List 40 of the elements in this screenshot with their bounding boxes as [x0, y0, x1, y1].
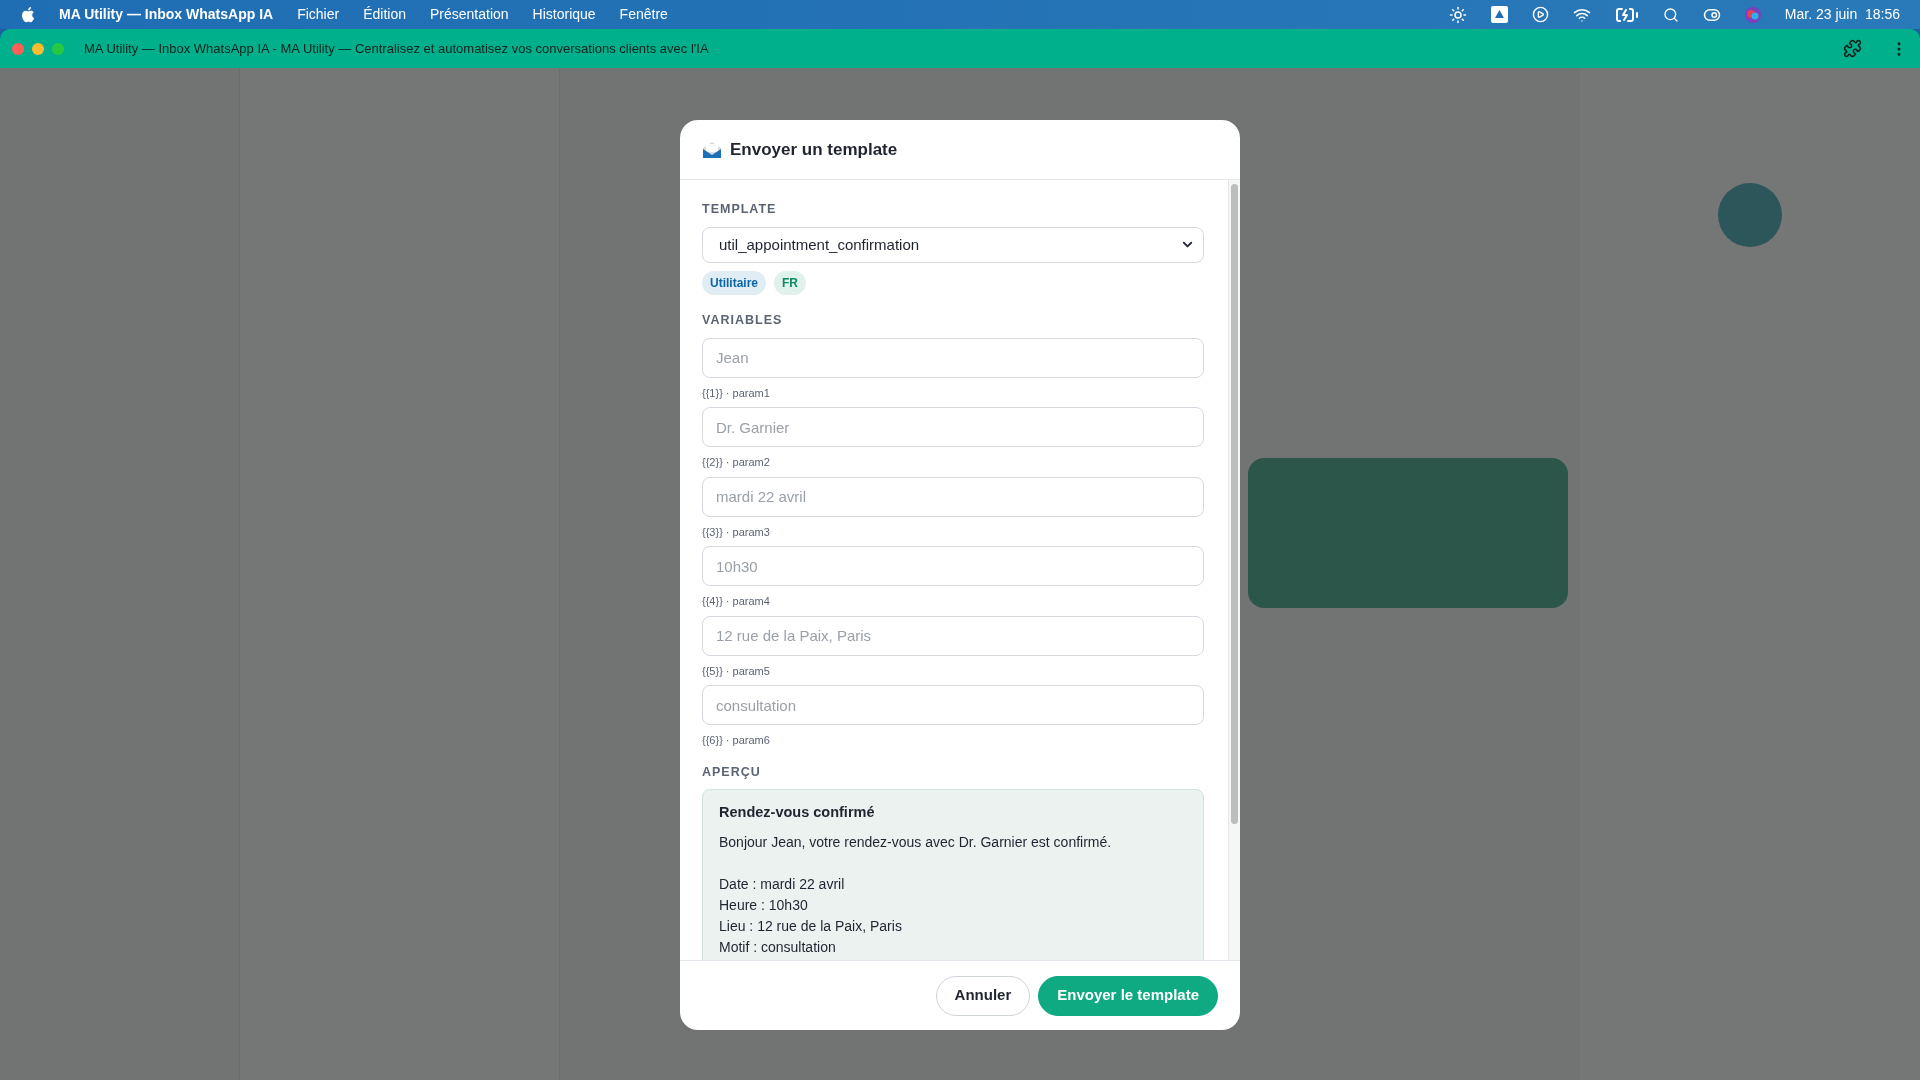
variable-hint: {{6}} · param6 — [702, 733, 771, 748]
preview-message: Bonjour Jean, votre rendez-vous avec Dr. Garnier est confirmé. Date : mardi 22 avril Heure : 10h30 Lieu : 12 rue de la Paix, Paris Motif : consultation — [719, 833, 1113, 957]
section-label: VARIABLES — [702, 311, 784, 329]
search-icon[interactable] — [1662, 6, 1679, 23]
menu-bar-clock[interactable]: Mar. 23 juin 18:56 — [1784, 4, 1900, 25]
variable-input[interactable]: 10h30 — [702, 546, 1204, 586]
drive-icon[interactable] — [1490, 6, 1508, 23]
variable-hint: {{2}} · param2 — [702, 455, 771, 470]
section-label: APERÇU — [702, 763, 762, 781]
envelope-icon — [702, 140, 722, 159]
variable-input[interactable]: Jean — [702, 337, 1204, 378]
section-label: TEMPLATE — [702, 201, 778, 218]
menu-item[interactable]: Fenêtre — [619, 4, 668, 25]
variable-hint: {{4}} · param4 — [702, 594, 771, 609]
apple-icon[interactable] — [20, 6, 35, 23]
send-template-button[interactable]: Envoyer le template — [1038, 975, 1218, 1016]
scrollbar[interactable] — [1228, 180, 1240, 960]
variable-hint: {{1}} · param1 — [702, 385, 771, 401]
dialog-title: Envoyer un template — [730, 138, 898, 161]
menu-item[interactable]: Édition — [363, 4, 406, 25]
template-select[interactable]: util_appointment_confirmation — [702, 226, 1204, 263]
variable-input[interactable]: mardi 22 avril — [702, 476, 1204, 517]
siri-icon[interactable] — [1744, 6, 1761, 23]
cancel-button[interactable]: Annuler — [935, 975, 1031, 1016]
tag: Utilitaire — [702, 270, 766, 295]
variable-input[interactable]: consultation — [702, 685, 1204, 725]
sun-icon[interactable] — [1448, 5, 1467, 24]
menu-item[interactable]: Fichier — [297, 4, 340, 25]
variable-hint: {{3}} · param3 — [702, 524, 771, 540]
variable-input[interactable]: Dr. Garnier — [702, 407, 1204, 447]
play-icon[interactable] — [1531, 6, 1549, 23]
app-name[interactable]: MA Utility — Inbox WhatsApp IA — [59, 4, 274, 25]
menu-item[interactable]: Présentation — [429, 4, 509, 25]
window-title: MA Utility — Inbox WhatsApp IA - MA Utility — Centralisez et automatisez vos conversations clients avec l'IA — [84, 39, 709, 58]
menu-item[interactable]: Historique — [532, 4, 596, 25]
variable-input[interactable]: 12 rue de la Paix, Paris — [702, 615, 1204, 656]
variable-hint: {{5}} · param5 — [702, 663, 771, 679]
tag: FR — [774, 270, 806, 295]
preview-title: Rendez-vous confirmé — [719, 803, 876, 823]
puzzle-icon[interactable] — [1843, 39, 1862, 58]
